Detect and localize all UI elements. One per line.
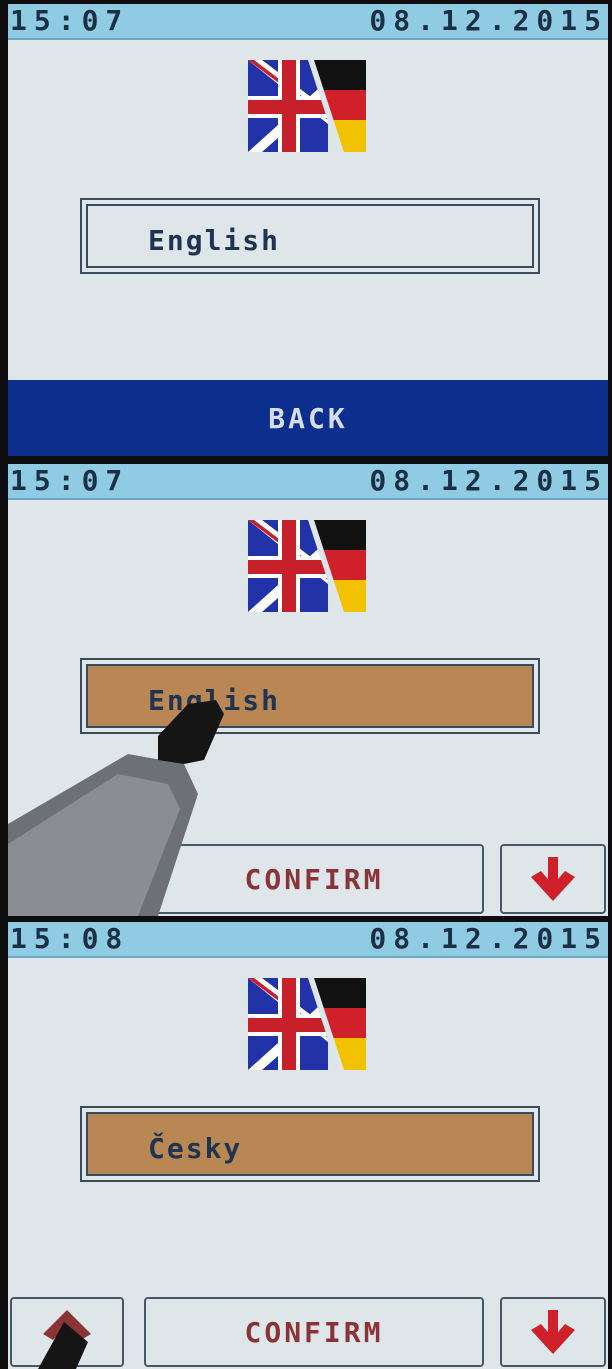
clock-time: 15:07 <box>10 4 130 37</box>
language-label: English <box>148 224 281 257</box>
screen-3: 15:08 08.12.2015 Česky CONFIRM <box>8 922 608 1369</box>
confirm-button[interactable]: CONFIRM <box>144 1297 484 1367</box>
arrow-down-icon <box>531 1310 575 1354</box>
back-label: BACK <box>268 401 348 435</box>
clock-date: 08.12.2015 <box>369 922 608 955</box>
confirm-label: CONFIRM <box>244 1315 384 1349</box>
language-selector[interactable]: Česky <box>80 1106 540 1182</box>
status-bar: 15:08 08.12.2015 <box>8 922 608 958</box>
next-language-button[interactable] <box>500 1297 606 1367</box>
confirm-label: CONFIRM <box>244 862 384 896</box>
left-button-slot <box>10 844 136 914</box>
status-bar: 15:07 08.12.2015 <box>8 464 608 500</box>
language-selector[interactable]: English <box>80 198 540 274</box>
screen-2: 15:07 08.12.2015 English CONFIRM <box>8 464 608 916</box>
confirm-button[interactable]: CONFIRM <box>144 844 484 914</box>
back-button[interactable]: BACK <box>8 380 608 456</box>
language-label: Česky <box>148 1132 243 1165</box>
arrow-down-icon <box>531 857 575 901</box>
language-label: English <box>148 684 281 717</box>
screen-1: 15:07 08.12.2015 English BACK <box>8 4 608 456</box>
uk-germany-flag-icon <box>248 520 366 612</box>
previous-language-button[interactable] <box>10 1297 124 1367</box>
language-selector[interactable]: English <box>80 658 540 734</box>
next-language-button[interactable] <box>500 844 606 914</box>
arrow-up-icon <box>43 1310 91 1356</box>
uk-germany-flag-icon <box>248 978 366 1070</box>
clock-time: 15:08 <box>10 922 130 955</box>
clock-date: 08.12.2015 <box>369 464 608 497</box>
uk-germany-flag-icon <box>248 60 366 152</box>
clock-date: 08.12.2015 <box>369 4 608 37</box>
clock-time: 15:07 <box>10 464 130 497</box>
status-bar: 15:07 08.12.2015 <box>8 4 608 40</box>
